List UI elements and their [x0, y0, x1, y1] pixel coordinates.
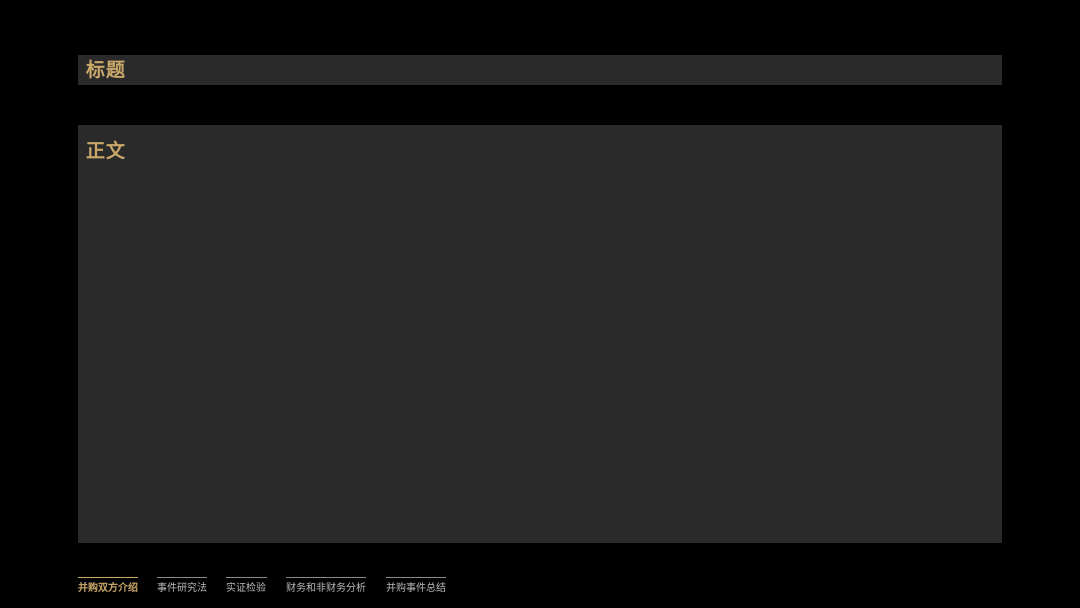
title-bar: 标题	[78, 55, 1002, 85]
nav-item-underline	[386, 577, 446, 578]
nav-item-label: 并购事件总结	[386, 583, 446, 594]
nav-item-label: 财务和非财务分析	[286, 583, 366, 594]
nav-item-summary[interactable]: 并购事件总结	[386, 577, 446, 601]
body-label: 正文	[86, 140, 127, 162]
nav-item-underline	[226, 577, 267, 578]
nav-item-merger-parties[interactable]: 并购双方介绍	[78, 577, 138, 601]
nav-item-underline	[157, 577, 207, 578]
nav-item-underline	[286, 577, 366, 578]
nav-item-empirical-test[interactable]: 实证检验	[226, 577, 267, 601]
nav-item-label: 事件研究法	[157, 583, 207, 594]
slide: 标题 正文 并购双方介绍 事件研究法 实证检验 财务和非财务分析 并购事件总结	[0, 0, 1080, 608]
body-panel: 正文	[78, 125, 1002, 543]
nav-item-financial-analysis[interactable]: 财务和非财务分析	[286, 577, 366, 601]
nav-item-label: 实证检验	[226, 583, 266, 594]
nav-item-underline	[78, 577, 138, 578]
nav-item-label: 并购双方介绍	[78, 583, 138, 594]
nav-item-event-study[interactable]: 事件研究法	[157, 577, 207, 601]
slide-title: 标题	[86, 59, 127, 81]
